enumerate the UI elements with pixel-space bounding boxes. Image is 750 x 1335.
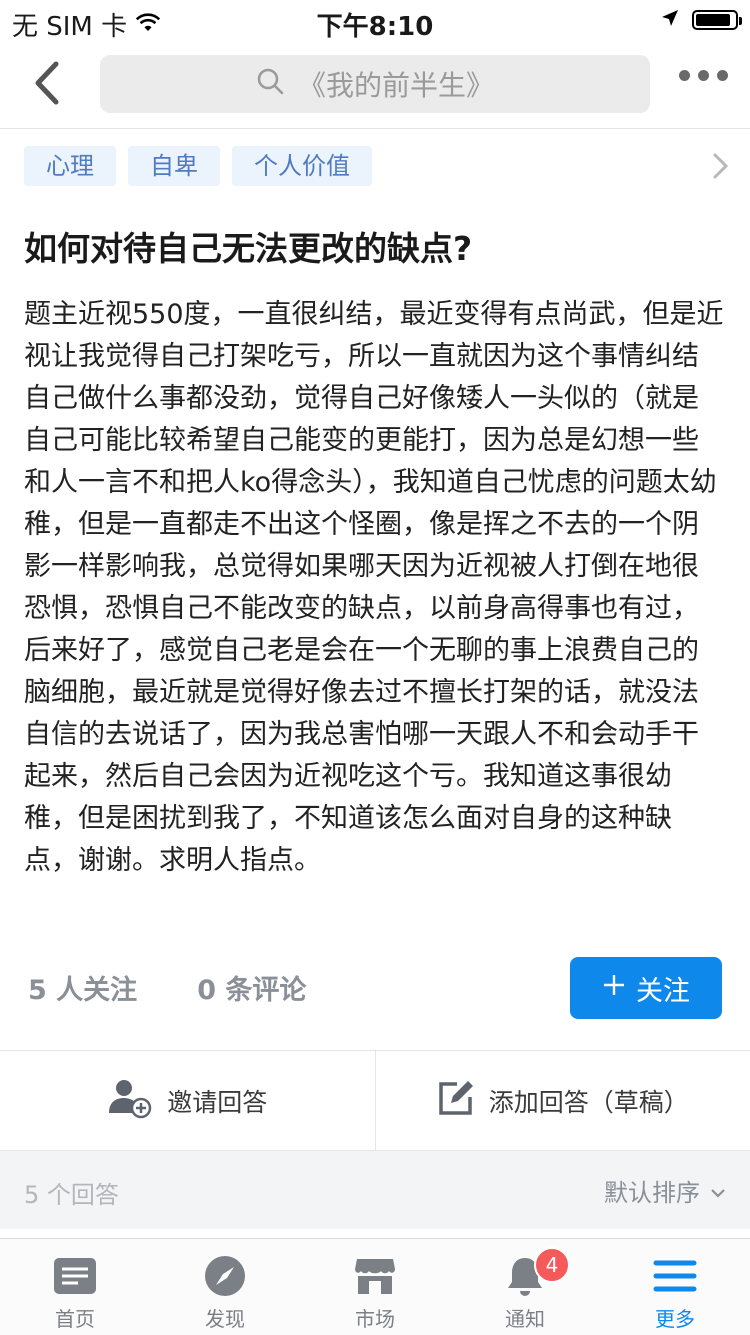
compass-icon — [204, 1255, 246, 1297]
answer-count: 5 个回答 — [24, 1175, 119, 1210]
more-dot — [698, 70, 709, 81]
tab-more-label: 更多 — [655, 1303, 695, 1332]
tag-item[interactable]: 心理 — [24, 146, 116, 186]
more-dot — [679, 70, 690, 81]
tab-home-label: 首页 — [55, 1303, 95, 1332]
status-right — [660, 8, 738, 32]
question-stats: 5 人关注 0 条评论 — [28, 968, 306, 1007]
action-row: 邀请回答 添加回答（草稿） — [0, 1050, 750, 1151]
store-icon — [354, 1255, 396, 1297]
back-button[interactable] — [28, 58, 68, 108]
search-query: 《我的前半生》 — [298, 64, 494, 104]
tab-notifications[interactable]: 4 通知 — [450, 1239, 600, 1335]
sort-dropdown[interactable]: 默认排序 — [604, 1173, 726, 1208]
tab-notifications-label: 通知 — [505, 1303, 545, 1332]
plus-icon — [602, 973, 626, 1004]
question-body: 题主近视550度，一直很纠结，最近变得有点尚武，但是近视让我觉得自己打架吃亏，所… — [24, 294, 724, 882]
invite-answer-label: 邀请回答 — [167, 1083, 267, 1119]
add-answer-label: 添加回答（草稿） — [489, 1083, 689, 1119]
tag-item[interactable]: 自卑 — [128, 146, 220, 186]
nav-bar: 《我的前半生》 — [0, 40, 750, 129]
tab-market-label: 市场 — [355, 1303, 395, 1332]
location-arrow-icon — [660, 8, 680, 32]
follower-count[interactable]: 5 人关注 — [28, 968, 137, 1007]
tab-discover-label: 发现 — [205, 1303, 245, 1332]
follow-button-label: 关注 — [636, 969, 690, 1008]
add-answer-button[interactable]: 添加回答（草稿） — [375, 1051, 750, 1151]
tab-market[interactable]: 市场 — [300, 1239, 450, 1335]
edit-icon — [437, 1079, 475, 1123]
home-icon — [53, 1255, 97, 1297]
search-icon — [256, 67, 284, 102]
notification-badge: 4 — [534, 1247, 570, 1283]
sort-label: 默认排序 — [604, 1173, 700, 1208]
tab-discover[interactable]: 发现 — [150, 1239, 300, 1335]
tags-expand-button[interactable] — [712, 152, 730, 184]
tab-more[interactable]: 更多 — [600, 1239, 750, 1335]
follow-button[interactable]: 关注 — [570, 957, 722, 1019]
invite-user-icon — [107, 1077, 153, 1125]
chevron-right-icon — [712, 152, 730, 180]
tab-home[interactable]: 首页 — [0, 1239, 150, 1335]
more-options-button[interactable] — [679, 70, 728, 81]
search-bar[interactable]: 《我的前半生》 — [100, 55, 650, 113]
comment-count[interactable]: 0 条评论 — [197, 968, 306, 1007]
invite-answer-button[interactable]: 邀请回答 — [0, 1051, 375, 1151]
more-dot — [717, 70, 728, 81]
status-time: 下午8:10 — [0, 6, 750, 43]
chevron-down-icon — [710, 1177, 726, 1205]
topic-tags: 心理 自卑 个人价值 — [24, 146, 372, 186]
question-title: 如何对待自己无法更改的缺点? — [24, 222, 472, 270]
answers-header: 5 个回答 默认排序 — [0, 1150, 750, 1229]
tab-bar: 首页 发现 市场 4 通知 更多 — [0, 1238, 750, 1335]
status-bar: 无 SIM 卡 下午8:10 — [0, 0, 750, 40]
chevron-left-icon — [28, 58, 68, 108]
menu-icon — [653, 1255, 697, 1297]
battery-icon — [692, 10, 738, 30]
tag-item[interactable]: 个人价值 — [232, 146, 372, 186]
